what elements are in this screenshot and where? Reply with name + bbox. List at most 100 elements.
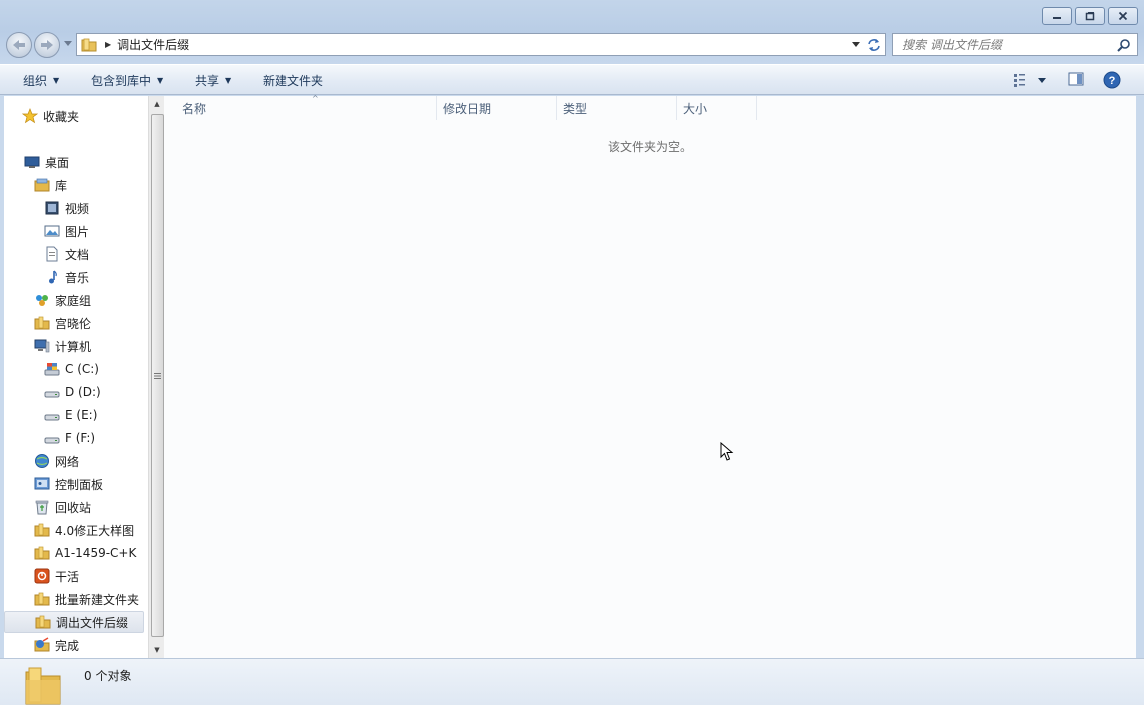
navigation-pane: ▲ ▼ 收藏夹桌面库视频图片文档音乐家庭组宫晓伦计算机 C (C:) D (D:) E… [4,96,165,658]
sidebar-item-homegroup[interactable]: 家庭组 [4,289,144,311]
preview-pane-button[interactable] [1068,71,1084,90]
new-folder-label: 新建文件夹 [263,74,324,88]
restore-icon [1085,12,1095,21]
app-icon [34,568,50,584]
sidebar-item-label: F (F:) [65,431,96,445]
sidebar-item-label: 批量新建文件夹 [55,592,140,607]
sidebar-item-label: 干活 [55,569,80,584]
picture-icon [44,225,60,237]
drive-icon [44,437,60,444]
close-button[interactable] [1108,7,1138,25]
column-header-type[interactable]: 类型 [557,96,677,120]
column-header-size[interactable]: 大小 [677,96,757,120]
title-bar: ▶ 调出文件后缀 搜索 调出文件后缀 [0,0,1144,64]
sidebar-item-done[interactable]: 完成 [4,634,144,656]
column-header-name[interactable]: 名称 ^ [176,94,437,120]
sidebar-item-current-folder[interactable]: 调出文件后缀 [4,611,144,633]
back-button[interactable] [6,32,32,58]
sidebar-item-documents[interactable]: 文档 [4,243,144,265]
sidebar-item-label: 图片 [65,224,90,239]
computer-icon [34,339,50,353]
sidebar-item-user[interactable]: 宫晓伦 [4,312,144,334]
column-header-label: 大小 [683,101,708,116]
sidebar-item-favorites[interactable]: 收藏夹 [4,105,144,127]
star-icon [22,108,38,124]
chevron-down-icon: ▼ [53,76,60,85]
search-placeholder: 搜索 调出文件后缀 [902,38,1002,52]
address-bar[interactable]: ▶ 调出文件后缀 [76,33,865,56]
folder-icon [25,667,61,705]
recycle-bin-icon [35,500,49,515]
window-controls [1042,7,1138,25]
command-bar: 组织 ▼ 包含到库中 ▼ 共享 ▼ 新建文件夹 ? [0,64,1144,95]
scroll-down-icon[interactable]: ▼ [149,642,165,658]
sidebar-item-folder-a1-1459[interactable]: A1-1459-C+K [4,542,144,564]
maximize-button[interactable] [1075,7,1105,25]
sidebar-item-drive-d[interactable]: D (D:) [4,381,144,403]
minimize-button[interactable] [1042,7,1072,25]
sidebar-item-control-panel[interactable]: 控制面板 [4,473,144,495]
sort-ascending-icon: ^ [312,94,319,103]
forward-button[interactable] [34,32,60,58]
include-in-library-label: 包含到库中 [91,74,152,88]
refresh-button[interactable] [862,33,886,56]
sidebar-item-label: 桌面 [45,155,70,170]
breadcrumb-current[interactable]: 调出文件后缀 [117,36,189,53]
close-icon [1118,11,1128,21]
sidebar-item-music[interactable]: 音乐 [4,266,144,288]
sidebar-item-videos[interactable]: 视频 [4,197,144,219]
system-drive-icon [44,363,60,376]
sidebar-item-label: 4.0修正大样图 [55,523,135,538]
sidebar-item-network[interactable]: 网络 [4,450,144,472]
sidebar-item-label: 文档 [65,247,90,262]
sidebar-item-label: 计算机 [55,339,92,354]
network-icon [35,454,49,468]
item-count: 0 个对象 [84,669,132,683]
navigation-scrollbar[interactable]: ▲ ▼ [148,96,165,658]
sidebar-item-recycle-bin[interactable]: 回收站 [4,496,144,518]
user-folder-icon [34,316,50,330]
folder-icon [34,546,50,560]
organize-menu[interactable]: 组织 ▼ [23,72,59,89]
sidebar-item-desktop[interactable]: 桌面 [4,151,144,173]
folder-icon [34,592,50,606]
new-folder-button[interactable]: 新建文件夹 [263,72,323,89]
scroll-thumb[interactable] [151,114,164,637]
sidebar-item-folder-4-0[interactable]: 4.0修正大样图 [4,519,144,541]
search-icon[interactable] [1117,38,1131,52]
sidebar-item-label: C (C:) [65,362,99,376]
sidebar-item-batch-new-folder[interactable]: 批量新建文件夹 [4,588,144,610]
sidebar-item-drive-c[interactable]: C (C:) [4,358,144,380]
help-button[interactable]: ? [1103,71,1121,92]
sidebar-item-pictures[interactable]: 图片 [4,220,144,242]
sidebar-item-computer[interactable]: 计算机 [4,335,144,357]
sidebar-item-label: 音乐 [65,270,90,285]
refresh-icon [867,38,880,51]
include-in-library-menu[interactable]: 包含到库中 ▼ [91,72,163,89]
sidebar-item-libraries[interactable]: 库 [4,174,144,196]
sidebar-item-drive-e[interactable]: E (E:) [4,404,144,426]
file-list-pane[interactable]: 名称 ^ 修改日期 类型 大小 该文件夹为空。 [164,94,1136,658]
address-dropdown-icon[interactable] [852,42,860,48]
folder-icon [81,38,97,51]
homegroup-icon [36,295,48,306]
sidebar-item-label: 宫晓伦 [55,316,92,331]
view-options-button[interactable] [1013,71,1051,92]
search-input[interactable]: 搜索 调出文件后缀 [892,33,1138,56]
column-header-label: 类型 [563,101,588,116]
scroll-up-icon[interactable]: ▲ [149,96,165,112]
forward-arrow-icon [41,40,53,50]
chevron-down-icon: ▼ [225,76,232,85]
minimize-icon [1053,17,1061,19]
sidebar-item-gan-huo[interactable]: 干活 [4,565,144,587]
recent-pages-dropdown[interactable] [64,41,72,47]
sidebar-item-drive-f[interactable]: F (F:) [4,427,144,449]
column-header-label: 修改日期 [443,101,492,116]
sidebar-item-label: 完成 [55,638,80,653]
share-menu[interactable]: 共享 ▼ [195,72,231,89]
breadcrumb-separator-icon[interactable]: ▶ [105,40,111,49]
back-arrow-icon [13,40,25,50]
help-icon: ? [1103,71,1121,89]
sidebar-item-label: 控制面板 [55,477,104,492]
column-header-date-modified[interactable]: 修改日期 [437,96,557,120]
